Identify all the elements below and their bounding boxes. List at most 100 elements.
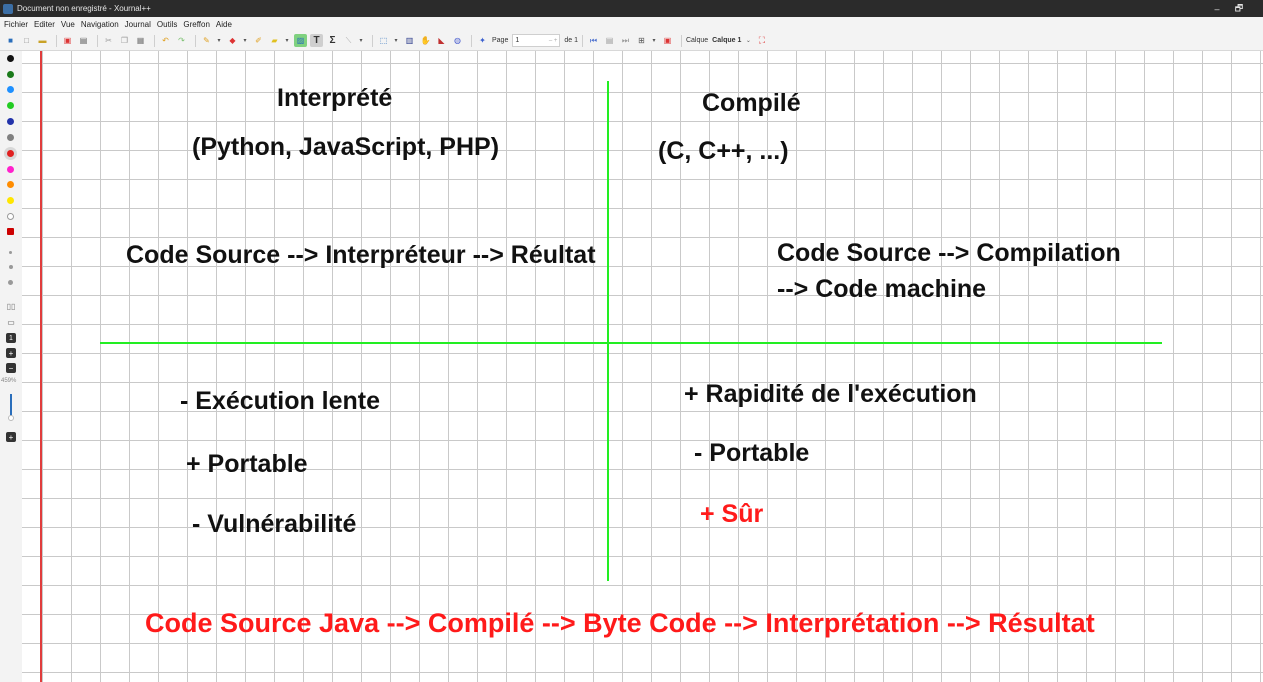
zoom-out-icon[interactable]: −	[6, 363, 16, 373]
restore-button[interactable]: 🗗	[1227, 0, 1251, 17]
default-tool-icon[interactable]: ✦	[476, 34, 489, 47]
two-pages-icon[interactable]: ▯▯	[6, 301, 16, 311]
window-title: Document non enregistré - Xournal++	[17, 4, 151, 13]
interprete-point: - Vulnérabilité	[192, 510, 357, 538]
zoom-plus-icon[interactable]: +	[6, 432, 16, 442]
text-tool-icon[interactable]: T	[310, 34, 323, 47]
compile-secure-point: + Sûr	[700, 500, 764, 528]
first-page-icon[interactable]: ⏮	[587, 34, 600, 47]
ruler-icon[interactable]: ◍	[451, 34, 464, 47]
highlighter-color-icon[interactable]: ▰	[268, 34, 281, 47]
shape-recognizer-icon[interactable]: ◣	[435, 34, 448, 47]
zoom-level: 459%	[1, 378, 17, 384]
drawing-canvas[interactable]: Interprété (Python, JavaScript, PHP) Com…	[22, 51, 1263, 682]
zoom-slider-handle[interactable]	[8, 415, 14, 421]
vertical-space-icon[interactable]: ▥	[403, 34, 416, 47]
page-number-input[interactable]: 1 – +	[512, 34, 561, 47]
highlighter-icon[interactable]: ✐	[252, 34, 265, 47]
color-custom[interactable]	[7, 228, 14, 235]
color-black[interactable]	[7, 55, 14, 62]
interprete-languages: (Python, JavaScript, PHP)	[192, 133, 500, 161]
zoom-fit-icon[interactable]: 1	[6, 333, 16, 343]
page-count: de 1	[564, 37, 578, 44]
pen-icon[interactable]: ✎	[200, 34, 213, 47]
size-medium-icon[interactable]	[9, 265, 13, 269]
print-icon[interactable]: ▤	[77, 34, 90, 47]
page-layout-icon[interactable]: ▤	[603, 34, 616, 47]
menu-greffon[interactable]: Greffon	[180, 20, 213, 29]
size-thick-icon[interactable]	[8, 280, 13, 285]
eraser-dropdown-icon[interactable]: ▾	[242, 34, 248, 47]
compile-flow-line-1: Code Source --> Compilation	[777, 239, 1121, 267]
zoom-slider[interactable]	[10, 394, 12, 416]
last-page-icon[interactable]: ⏭	[619, 34, 632, 47]
compile-flow-line-2: --> Code machine	[777, 275, 987, 303]
shape-dropdown-icon[interactable]: ▾	[358, 34, 364, 47]
color-dark-green[interactable]	[7, 71, 14, 78]
menu-editer[interactable]: Editer	[31, 20, 58, 29]
horizontal-divider	[100, 342, 1162, 344]
color-white[interactable]	[7, 213, 14, 220]
color-magenta[interactable]	[7, 166, 14, 173]
undo-icon[interactable]: ↶	[159, 34, 172, 47]
margin-line	[40, 51, 42, 682]
eraser-icon[interactable]: ◆	[226, 34, 239, 47]
image-icon[interactable]: ▨	[294, 34, 307, 47]
save-icon[interactable]: ■	[4, 34, 17, 47]
color-yellow[interactable]	[7, 197, 14, 204]
select-rectangle-icon[interactable]: ⬚	[377, 34, 390, 47]
compile-languages: (C, C++, ...)	[658, 137, 789, 165]
menu-navigation[interactable]: Navigation	[78, 20, 122, 29]
new-document-icon[interactable]: □	[20, 34, 33, 47]
color-blue[interactable]	[7, 118, 14, 125]
color-green[interactable]	[7, 102, 14, 109]
export-pdf-icon[interactable]: ▣	[61, 34, 74, 47]
highlighter-dropdown-icon[interactable]: ▾	[284, 34, 290, 47]
layer-dropdown-icon[interactable]: ⌄	[745, 34, 751, 47]
pen-dropdown-icon[interactable]: ▾	[216, 34, 222, 47]
left-sidebar: ▯▯ ▭ 1 + − 459% +	[0, 51, 22, 682]
size-fine-icon[interactable]	[9, 251, 12, 254]
color-gray[interactable]	[7, 134, 14, 141]
menu-vue[interactable]: Vue	[58, 20, 78, 29]
interprete-title: Interprété	[277, 84, 393, 112]
vertical-divider	[607, 81, 609, 581]
presentation-icon[interactable]: ▭	[6, 317, 16, 327]
title-bar: Document non enregistré - Xournal++ – 🗗	[0, 0, 1263, 17]
zoom-in-icon[interactable]: +	[6, 348, 16, 358]
menu-fichier[interactable]: Fichier	[0, 20, 31, 29]
fullscreen-icon[interactable]: ⛶	[755, 34, 768, 47]
compile-point: + Rapidité de l'exécution	[684, 380, 977, 408]
app-icon	[3, 3, 13, 14]
hand-icon[interactable]: ✋	[419, 34, 432, 47]
delete-page-icon[interactable]: ▣	[661, 34, 674, 47]
menu-outils[interactable]: Outils	[154, 20, 180, 29]
page-label: Page	[492, 37, 509, 44]
paste-icon[interactable]: ▦	[134, 34, 147, 47]
java-flow: Code Source Java --> Compilé --> Byte Co…	[145, 608, 1095, 638]
interprete-flow: Code Source --> Interpréteur --> Réultat	[126, 241, 596, 269]
color-light-blue[interactable]	[7, 86, 14, 93]
insert-page-dropdown-icon[interactable]: ▾	[651, 34, 657, 47]
interprete-point: + Portable	[186, 450, 308, 478]
page-number-value: 1	[515, 37, 520, 44]
menu-journal[interactable]: Journal	[122, 20, 154, 29]
redo-icon[interactable]: ↷	[175, 34, 188, 47]
insert-page-icon[interactable]: ⊞	[635, 34, 648, 47]
latex-icon[interactable]: Σ	[326, 34, 339, 47]
layer-label: Calque	[685, 37, 709, 44]
color-orange[interactable]	[7, 181, 14, 188]
color-red-selected[interactable]	[7, 150, 14, 157]
open-folder-icon[interactable]: ▬	[36, 34, 49, 47]
compile-point: - Portable	[694, 439, 810, 467]
line-icon[interactable]: ⟍	[342, 34, 355, 47]
menu-aide[interactable]: Aide	[213, 20, 235, 29]
xournal-window: Document non enregistré - Xournal++ – 🗗 …	[0, 0, 1263, 682]
copy-icon[interactable]: ❐	[118, 34, 131, 47]
compile-title: Compilé	[702, 89, 801, 117]
minimize-button[interactable]: –	[1205, 0, 1229, 17]
page-spin-icon[interactable]: – +	[549, 38, 560, 44]
cut-icon[interactable]: ✂	[102, 34, 115, 47]
layer-select[interactable]: Calque 1	[712, 37, 741, 44]
select-dropdown-icon[interactable]: ▾	[393, 34, 399, 47]
